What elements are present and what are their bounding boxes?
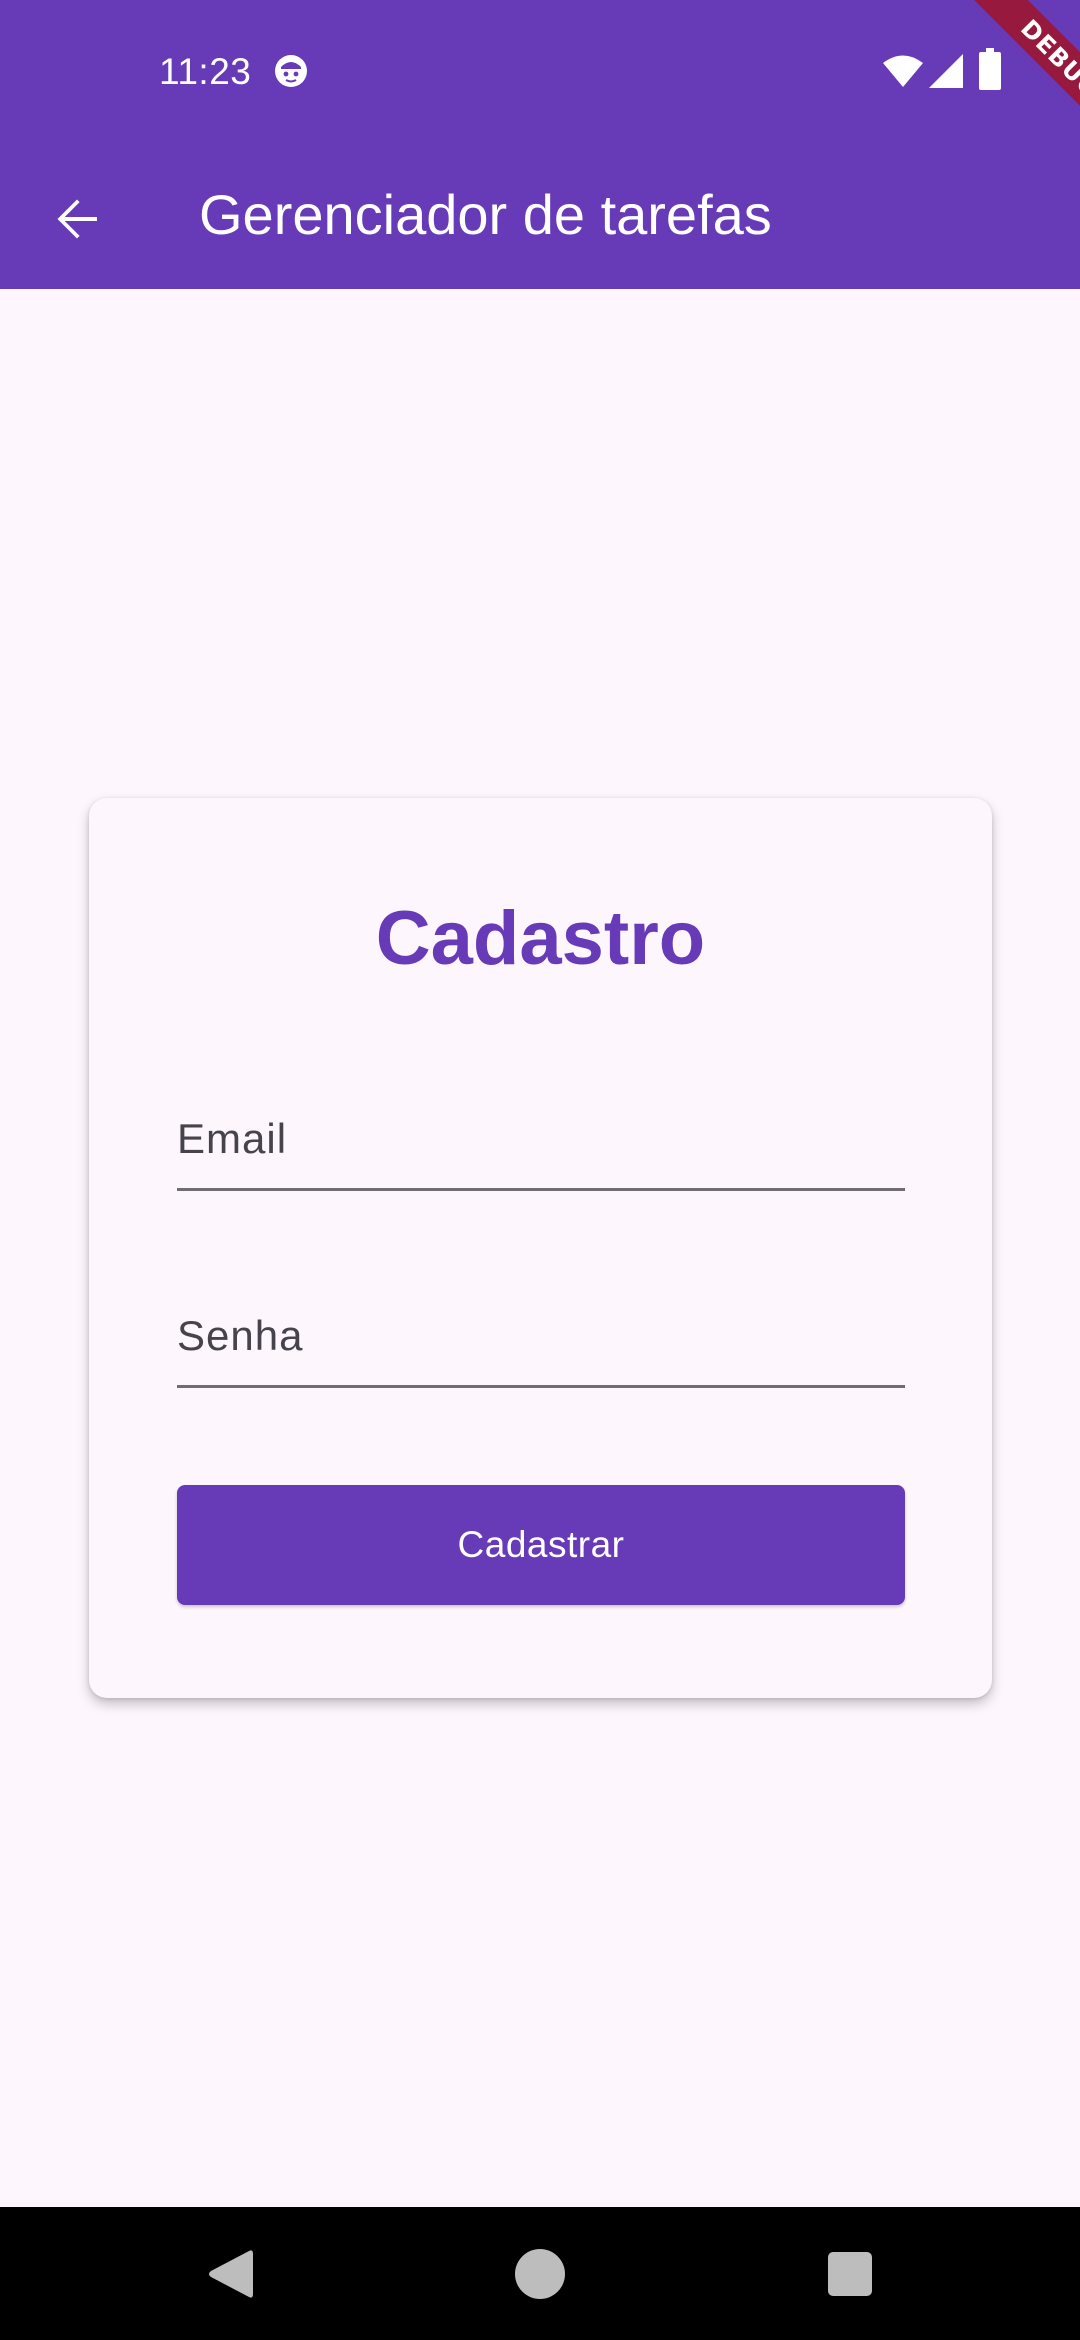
system-nav-bar — [0, 2207, 1080, 2340]
nav-recents-icon — [828, 2251, 872, 2296]
status-time: 11:23 — [159, 51, 252, 92]
register-button[interactable]: Cadastrar — [177, 1485, 905, 1605]
app-title: Gerenciador de tarefas — [199, 183, 772, 246]
email-field[interactable] — [177, 1078, 905, 1194]
nav-recents-button[interactable] — [790, 2207, 910, 2340]
arrow-back-icon — [57, 199, 97, 239]
back-button[interactable] — [36, 178, 118, 260]
email-underline — [177, 1188, 905, 1191]
debug-banner-label: DEBUG — [954, 0, 1080, 165]
register-card: Cadastro Cadastrar — [89, 798, 992, 1698]
password-field[interactable] — [177, 1275, 905, 1391]
app-notification-icon — [273, 53, 309, 89]
email-input[interactable] — [177, 1078, 905, 1194]
nav-home-button[interactable] — [480, 2207, 600, 2340]
nav-back-icon — [209, 2249, 253, 2298]
nav-back-button[interactable] — [170, 2207, 290, 2340]
nav-home-icon — [515, 2248, 565, 2299]
password-underline — [177, 1385, 905, 1388]
password-input[interactable] — [177, 1275, 905, 1391]
debug-banner: DEBUG — [900, 0, 1080, 180]
form-title: Cadastro — [375, 896, 706, 981]
